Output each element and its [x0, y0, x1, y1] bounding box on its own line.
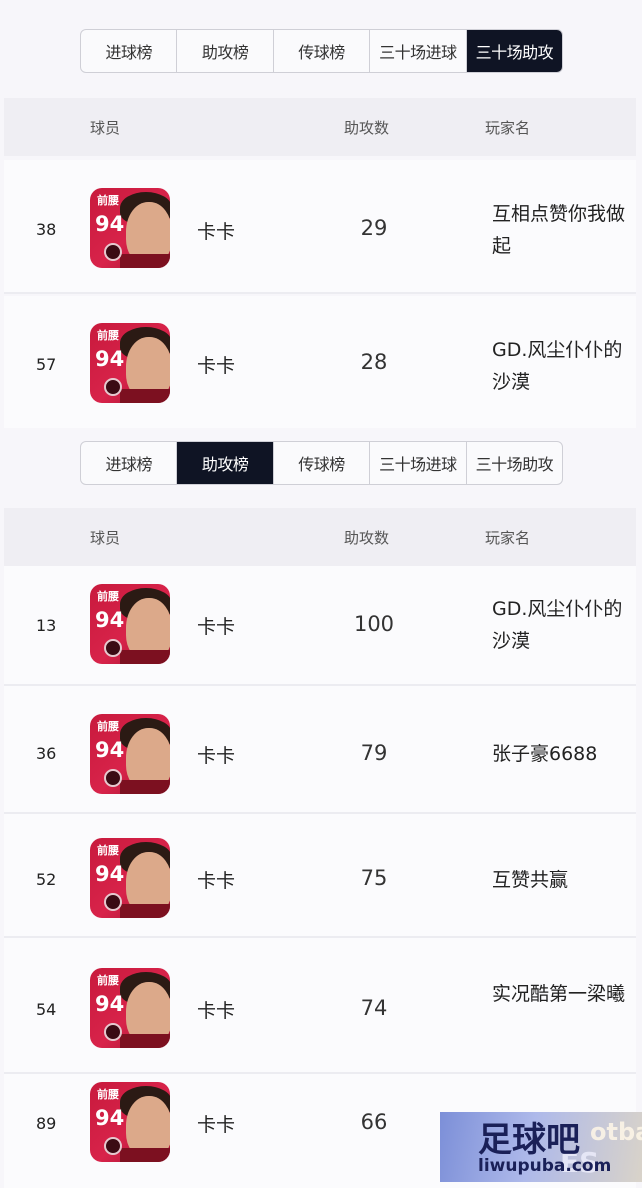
- table-header: 球员 助攻数 玩家名: [4, 98, 636, 156]
- tab-30-match-assists[interactable]: 三十场助攻: [466, 30, 562, 72]
- tab-assists[interactable]: 助攻榜: [177, 442, 274, 484]
- player-card-avatar: 前腰 94: [90, 584, 170, 664]
- watermark-title: 足球吧: [478, 1120, 580, 1160]
- player-rating: 94: [95, 1106, 125, 1130]
- table-row[interactable]: 13 前腰 94 卡卡 100 GD.风尘仆仆的沙漠: [4, 566, 636, 686]
- gamer-name: GD.风尘仆仆的沙漠: [492, 339, 623, 393]
- column-header-assists: 助攻数: [344, 528, 390, 547]
- card-badge-icon: [104, 893, 122, 911]
- player-card-avatar: 前腰 94: [90, 968, 170, 1048]
- column-header-assists: 助攻数: [344, 118, 390, 137]
- table-header: 球员 助攻数 玩家名: [4, 508, 636, 566]
- player-position: 前腰: [97, 194, 119, 207]
- player-name: 卡卡: [197, 616, 236, 638]
- site-watermark-logo: otba ES 20 足球吧 liwupuba.com: [440, 1112, 642, 1182]
- player-rating: 94: [95, 862, 125, 886]
- gamer-name: 互相点赞你我做起: [492, 203, 626, 257]
- player-name: 卡卡: [197, 870, 236, 892]
- player-position: 前腰: [97, 590, 119, 603]
- assist-count: 66: [360, 1110, 388, 1134]
- assist-count: 28: [360, 350, 388, 374]
- assist-count: 74: [360, 996, 388, 1020]
- leaderboard-tabs: 进球榜 助攻榜 传球榜 三十场进球 三十场助攻: [80, 29, 563, 73]
- card-badge-icon: [104, 639, 122, 657]
- watermark-background-text: otba: [590, 1118, 642, 1146]
- watermark-site: liwupuba.com: [478, 1156, 612, 1176]
- table-row[interactable]: 57 前腰 94 卡卡 28 GD.风尘仆仆的沙漠: [4, 296, 636, 428]
- rank: 52: [36, 870, 57, 889]
- table-row[interactable]: 38 前腰 94 卡卡 29 互相点赞你我做起: [4, 160, 636, 294]
- player-position: 前腰: [97, 1088, 119, 1101]
- tab-assists[interactable]: 助攻榜: [177, 30, 274, 72]
- player-card-avatar: 前腰 94: [90, 188, 170, 268]
- gamer-name: 张子豪6688: [492, 743, 598, 765]
- player-rating: 94: [95, 347, 125, 371]
- assist-count: 29: [360, 216, 388, 240]
- player-rating: 94: [95, 738, 125, 762]
- column-header-gamer: 玩家名: [485, 118, 531, 137]
- player-position: 前腰: [97, 974, 119, 987]
- player-position: 前腰: [97, 720, 119, 733]
- card-badge-icon: [104, 1023, 122, 1041]
- player-name: 卡卡: [197, 221, 236, 243]
- assist-count: 75: [360, 866, 388, 890]
- rank: 36: [36, 744, 57, 763]
- tab-goals[interactable]: 进球榜: [81, 30, 178, 72]
- player-name: 卡卡: [197, 355, 236, 377]
- assist-count: 79: [360, 741, 388, 765]
- rank: 38: [36, 220, 57, 239]
- rank: 54: [36, 1000, 57, 1019]
- player-rating: 94: [95, 608, 125, 632]
- tab-passes[interactable]: 传球榜: [274, 442, 371, 484]
- column-header-player: 球员: [90, 528, 121, 547]
- leaderboard-tabs: 进球榜 助攻榜 传球榜 三十场进球 三十场助攻: [80, 441, 563, 485]
- player-rating: 94: [95, 992, 125, 1016]
- card-badge-icon: [104, 1137, 122, 1155]
- player-position: 前腰: [97, 329, 119, 342]
- player-name: 卡卡: [197, 1114, 236, 1136]
- card-badge-icon: [104, 243, 122, 261]
- tab-passes[interactable]: 传球榜: [274, 30, 371, 72]
- rank: 13: [36, 616, 57, 635]
- gamer-name: 实况酷第一梁曦: [492, 983, 626, 1005]
- player-card-avatar: 前腰 94: [90, 1082, 170, 1162]
- gamer-name: 互赞共赢: [492, 869, 569, 891]
- rank: 57: [36, 355, 57, 374]
- tab-30-match-goals[interactable]: 三十场进球: [370, 442, 467, 484]
- gamer-name: GD.风尘仆仆的沙漠: [492, 598, 623, 652]
- column-header-player: 球员: [90, 118, 121, 137]
- assist-count: 100: [353, 612, 395, 636]
- player-rating: 94: [95, 212, 125, 236]
- table-row[interactable]: 54 前腰 94 卡卡 74 实况酷第一梁曦: [4, 938, 636, 1074]
- tab-goals[interactable]: 进球榜: [81, 442, 178, 484]
- card-badge-icon: [104, 378, 122, 396]
- table-row[interactable]: 36 前腰 94 卡卡 79 张子豪6688: [4, 686, 636, 814]
- player-card-avatar: 前腰 94: [90, 838, 170, 918]
- player-position: 前腰: [97, 844, 119, 857]
- column-header-gamer: 玩家名: [485, 528, 531, 547]
- tab-30-match-goals[interactable]: 三十场进球: [370, 30, 467, 72]
- player-card-avatar: 前腰 94: [90, 714, 170, 794]
- table-row[interactable]: 52 前腰 94 卡卡 75 互赞共赢: [4, 814, 636, 938]
- player-name: 卡卡: [197, 1000, 236, 1022]
- card-badge-icon: [104, 769, 122, 787]
- player-name: 卡卡: [197, 745, 236, 767]
- tab-30-match-assists[interactable]: 三十场助攻: [467, 442, 562, 484]
- player-card-avatar: 前腰 94: [90, 323, 170, 403]
- rank: 89: [36, 1114, 57, 1133]
